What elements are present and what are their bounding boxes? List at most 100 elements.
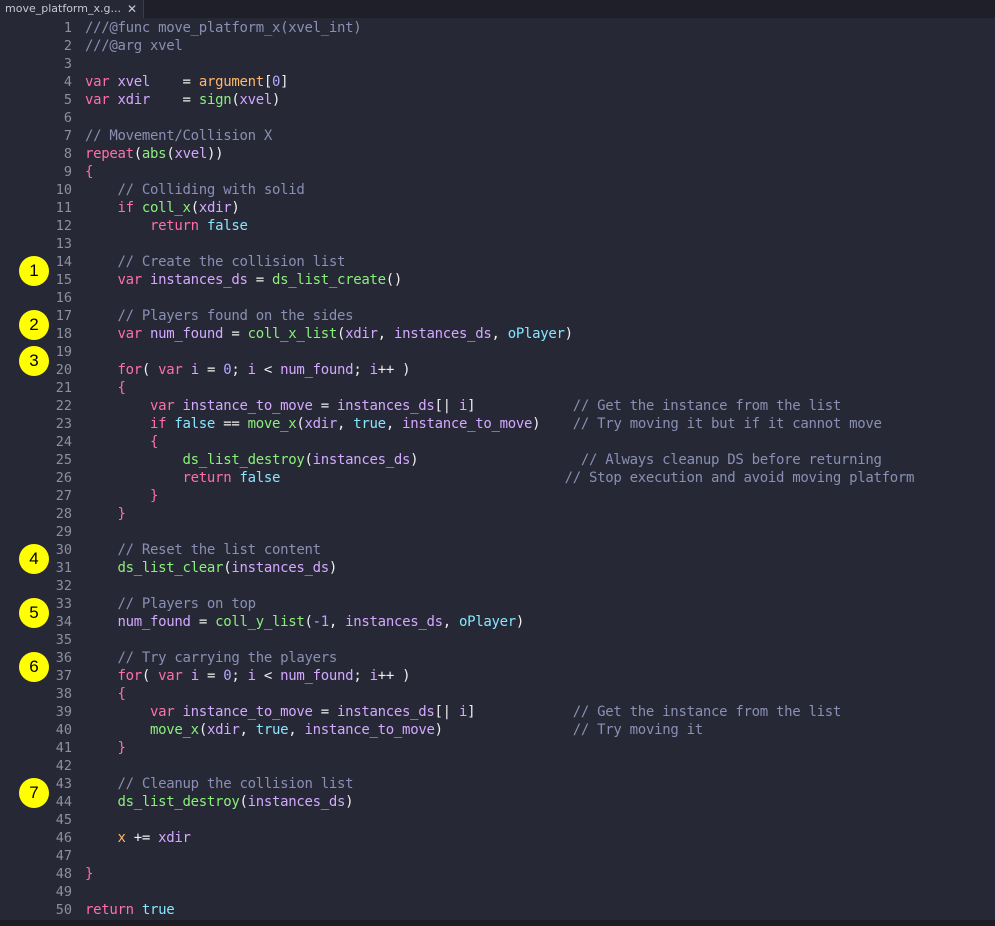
code-token: = <box>247 272 272 288</box>
code-text: { <box>85 379 126 397</box>
code-text: var num_found = coll_x_list(xdir, instan… <box>85 325 574 343</box>
code-line[interactable]: 19 <box>0 343 995 361</box>
code-text: move_x(xdir, true, instance_to_move) // … <box>85 721 703 739</box>
code-line[interactable]: 40 move_x(xdir, true, instance_to_move) … <box>0 721 995 739</box>
code-line[interactable]: 23 if false == move_x(xdir, true, instan… <box>0 415 995 433</box>
code-token: = <box>312 704 337 720</box>
code-line[interactable]: 43 // Cleanup the collision list <box>0 775 995 793</box>
code-line[interactable]: 14 // Create the collision list <box>0 253 995 271</box>
line-number: 19 <box>55 344 72 360</box>
line-number: 33 <box>55 596 72 612</box>
code-text: ds_list_clear(instances_ds) <box>85 559 338 577</box>
code-line[interactable]: 46 x += xdir <box>0 829 995 847</box>
code-text: repeat(abs(xvel)) <box>85 145 224 163</box>
line-number: 25 <box>55 452 72 468</box>
code-line[interactable]: 47 <box>0 847 995 865</box>
code-line[interactable]: 21 { <box>0 379 995 397</box>
code-token: instance_to_move <box>182 704 313 720</box>
code-token: == <box>215 416 248 432</box>
code-line[interactable]: 6 <box>0 109 995 127</box>
code-line[interactable]: 2 ///@arg xvel <box>0 37 995 55</box>
code-line[interactable]: 15 var instances_ds = ds_list_create() <box>0 271 995 289</box>
code-token: if <box>117 200 142 216</box>
code-token: // Get the instance from the list <box>572 398 842 414</box>
code-line[interactable]: 7 // Movement/Collision X <box>0 127 995 145</box>
code-line[interactable]: 48} <box>0 865 995 883</box>
close-icon[interactable]: ✕ <box>126 0 138 18</box>
code-token: ; <box>353 668 370 684</box>
code-token: coll_y_list <box>215 614 305 630</box>
code-editor[interactable]: 1 ///@func move_platform_x(xvel_int) 2 ///@… <box>0 18 995 922</box>
code-line[interactable]: 17 // Players found on the sides <box>0 307 995 325</box>
code-line[interactable]: 37 for( var i = 0; i < num_found; i++ ) <box>0 667 995 685</box>
code-token: xdir <box>345 326 378 342</box>
code-line[interactable]: 4 var xvel = argument[0] <box>0 73 995 91</box>
code-token: } <box>117 506 126 522</box>
code-line[interactable]: 8 repeat(abs(xvel)) <box>0 145 995 163</box>
code-line[interactable]: 5 var xdir = sign(xvel) <box>0 91 995 109</box>
code-line[interactable]: 38 { <box>0 685 995 703</box>
line-number: 48 <box>55 866 72 882</box>
code-line[interactable]: 44 ds_list_destroy(instances_ds) <box>0 793 995 811</box>
code-line[interactable]: 28 } <box>0 505 995 523</box>
line-number: 2 <box>63 38 72 54</box>
code-text: var instance_to_move = instances_ds[| i]… <box>85 397 841 415</box>
code-token: xvel <box>174 146 207 162</box>
code-token: , <box>328 614 346 630</box>
code-line[interactable]: 11 if coll_x(xdir) <box>0 199 995 217</box>
code-token: ( <box>141 668 159 684</box>
code-line[interactable]: 12 return false <box>0 217 995 235</box>
code-text: num_found = coll_y_list(-1, instances_ds… <box>85 613 525 631</box>
code-line[interactable]: 31 ds_list_clear(instances_ds) <box>0 559 995 577</box>
code-token: i <box>369 668 378 684</box>
code-line[interactable]: 35 <box>0 631 995 649</box>
code-token: // Cleanup the collision list <box>117 776 354 792</box>
code-line[interactable]: 30 // Reset the list content <box>0 541 995 559</box>
code-line[interactable]: 13 <box>0 235 995 253</box>
code-token: ds_list_destroy <box>117 794 240 810</box>
code-token: instance_to_move <box>182 398 313 414</box>
code-line[interactable]: 39 var instance_to_move = instances_ds[|… <box>0 703 995 721</box>
code-line[interactable]: 24 { <box>0 433 995 451</box>
code-line[interactable]: 42 <box>0 757 995 775</box>
code-line[interactable]: 41 } <box>0 739 995 757</box>
line-number: 15 <box>55 272 72 288</box>
code-line[interactable]: 22 var instance_to_move = instances_ds[|… <box>0 397 995 415</box>
code-token: i <box>247 362 256 378</box>
line-number: 44 <box>55 794 72 810</box>
code-token: var <box>158 668 191 684</box>
code-line[interactable]: 33 // Players on top <box>0 595 995 613</box>
code-line[interactable]: 3 <box>0 55 995 73</box>
tab-move-platform-x[interactable]: move_platform_x.g... ✕ <box>0 0 144 18</box>
code-line[interactable]: 36 // Try carrying the players <box>0 649 995 667</box>
code-line[interactable]: 9{ <box>0 163 995 181</box>
code-line[interactable]: 34 num_found = coll_y_list(-1, instances… <box>0 613 995 631</box>
code-line[interactable]: 45 <box>0 811 995 829</box>
horizontal-scrollbar[interactable] <box>0 920 995 926</box>
code-line[interactable]: 49 <box>0 883 995 901</box>
code-line[interactable]: 50 return true <box>0 901 995 919</box>
line-number: 21 <box>55 380 72 396</box>
line-number: 37 <box>55 668 72 684</box>
code-line[interactable]: 20 for( var i = 0; i < num_found; i++ ) <box>0 361 995 379</box>
code-line[interactable]: 29 <box>0 523 995 541</box>
code-token: = <box>223 326 248 342</box>
code-line[interactable]: 16 <box>0 289 995 307</box>
code-line[interactable]: 18 var num_found = coll_x_list(xdir, ins… <box>0 325 995 343</box>
code-line[interactable]: 27 } <box>0 487 995 505</box>
code-line[interactable]: 26 return false // Stop execution and av… <box>0 469 995 487</box>
code-token: // Reset the list content <box>117 542 322 558</box>
code-line[interactable]: 1 ///@func move_platform_x(xvel_int) <box>0 19 995 37</box>
code-token: ] <box>467 398 573 414</box>
code-line[interactable]: 10 // Colliding with solid <box>0 181 995 199</box>
code-text: var instance_to_move = instances_ds[| i]… <box>85 703 841 721</box>
code-line[interactable]: 32 <box>0 577 995 595</box>
code-line[interactable]: 25 ds_list_destroy(instances_ds) // Alwa… <box>0 451 995 469</box>
